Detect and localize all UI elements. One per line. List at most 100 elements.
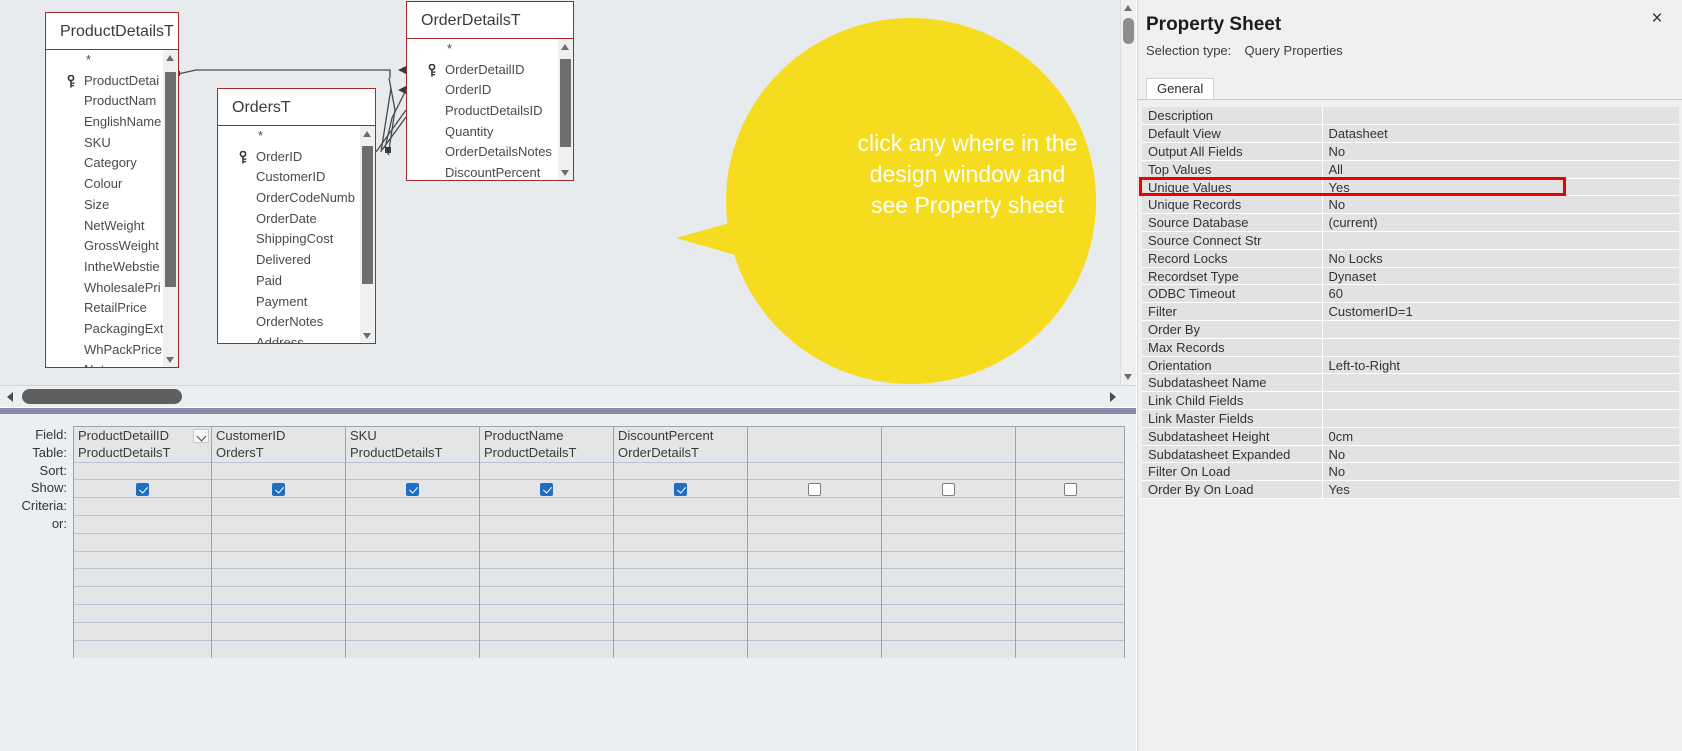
grid-blank-cell[interactable] — [1015, 532, 1125, 552]
grid-blank-cell[interactable] — [211, 603, 346, 623]
table-box[interactable]: OrderDetailsT * OrderDetailID OrderID Produc… — [406, 1, 574, 181]
property-value[interactable]: Left-to-Right — [1322, 356, 1679, 375]
property-row[interactable]: Output All Fields No — [1142, 142, 1679, 161]
grid-show-cell[interactable] — [747, 479, 882, 498]
scroll-down-arrow-icon[interactable] — [163, 352, 178, 367]
grid-blank-cell[interactable] — [881, 568, 1016, 587]
grid-row-blank[interactable] — [73, 621, 1125, 641]
grid-blank-cell[interactable] — [747, 550, 882, 569]
field-item[interactable]: Address — [218, 333, 375, 343]
grid-or-cell[interactable] — [73, 514, 212, 534]
property-value[interactable]: No Locks — [1322, 249, 1679, 268]
scrollbar-thumb[interactable] — [362, 146, 373, 284]
design-horizontal-scrollbar[interactable] — [0, 385, 1136, 407]
grid-blank-cell[interactable] — [881, 550, 1016, 569]
property-value[interactable]: (current) — [1322, 213, 1679, 233]
grid-sort-cell[interactable] — [613, 461, 748, 480]
pane-splitter[interactable] — [0, 407, 1136, 414]
grid-blank-cell[interactable] — [211, 586, 346, 605]
field-item[interactable]: OrderNotes — [218, 312, 375, 333]
grid-blank-cell[interactable] — [613, 621, 748, 641]
grid-blank-cell[interactable] — [345, 639, 480, 658]
show-checkbox[interactable] — [1063, 483, 1077, 497]
field-all-asterisk[interactable]: * — [407, 39, 573, 60]
show-checkbox[interactable] — [540, 483, 553, 497]
grid-show-cell[interactable] — [1015, 479, 1125, 498]
grid-row-blank[interactable] — [73, 639, 1125, 658]
field-item[interactable]: Category — [46, 153, 178, 174]
field-item[interactable]: OrderID — [218, 147, 375, 168]
grid-blank-cell[interactable] — [1015, 550, 1125, 569]
scroll-up-arrow-icon[interactable] — [163, 50, 178, 65]
grid-blank-cell[interactable] — [479, 568, 614, 587]
grid-blank-cell[interactable] — [345, 550, 480, 569]
grid-row-blank[interactable] — [73, 586, 1125, 605]
grid-blank-cell[interactable] — [613, 586, 748, 605]
grid-or-cell[interactable] — [211, 514, 346, 534]
show-checkbox[interactable] — [272, 483, 285, 497]
scroll-down-arrow-icon[interactable] — [558, 165, 573, 180]
grid-blank-cell[interactable] — [73, 621, 212, 641]
grid-sort-cell[interactable] — [73, 461, 212, 480]
grid-blank-cell[interactable] — [479, 586, 614, 605]
scrollbar-thumb-horizontal[interactable] — [22, 389, 182, 404]
grid-row-show[interactable] — [73, 479, 1125, 498]
chevron-down-icon[interactable] — [193, 429, 209, 443]
field-all-asterisk[interactable]: * — [218, 126, 375, 147]
grid-criteria-cell[interactable] — [747, 497, 882, 516]
grid-or-cell[interactable] — [345, 514, 480, 534]
query-grid-table[interactable]: ProductDetailID CustomerID SKU ProductName D… — [73, 426, 1125, 658]
property-value[interactable] — [1322, 107, 1679, 126]
field-item[interactable]: PackagingExt — [46, 319, 178, 340]
field-item[interactable]: EnglishName — [46, 112, 178, 133]
field-item[interactable]: OrderDetailID — [407, 60, 573, 81]
field-item[interactable]: OrderDate — [218, 209, 375, 230]
grid-table-cell[interactable]: OrdersT — [211, 444, 346, 463]
grid-show-cell[interactable] — [613, 479, 748, 498]
grid-blank-cell[interactable] — [613, 550, 748, 569]
grid-blank-cell[interactable] — [1015, 568, 1125, 587]
table-field-list[interactable]: * ProductDetai ProductNam EnglishName SKU Cat… — [46, 50, 178, 367]
property-row[interactable]: Filter CustomerID=1 — [1142, 302, 1679, 322]
property-value[interactable]: No — [1322, 445, 1679, 464]
field-item[interactable]: Delivered — [218, 250, 375, 271]
grid-blank-cell[interactable] — [881, 603, 1016, 623]
property-value[interactable] — [1322, 231, 1679, 250]
property-row[interactable]: Unique Records No — [1142, 195, 1679, 215]
grid-show-cell[interactable] — [881, 479, 1016, 498]
property-value[interactable]: 60 — [1322, 284, 1679, 304]
property-row[interactable]: Subdatasheet Expanded No — [1142, 445, 1679, 464]
scrollbar-thumb[interactable] — [560, 59, 571, 147]
grid-show-cell[interactable] — [479, 479, 614, 498]
grid-table-cell[interactable]: ProductDetailsT — [73, 444, 212, 463]
field-item[interactable]: Paid — [218, 271, 375, 292]
grid-blank-cell[interactable] — [211, 532, 346, 552]
property-sheet-tabs[interactable]: General — [1146, 78, 1215, 99]
scroll-up-arrow-icon[interactable] — [1121, 0, 1136, 16]
tab-general[interactable]: General — [1146, 78, 1215, 99]
scroll-down-arrow-icon[interactable] — [360, 328, 375, 343]
grid-blank-cell[interactable] — [211, 550, 346, 569]
property-row[interactable]: Description — [1142, 107, 1679, 126]
grid-criteria-cell[interactable] — [345, 497, 480, 516]
grid-field-cell[interactable]: ProductName — [479, 426, 614, 445]
grid-blank-cell[interactable] — [479, 532, 614, 552]
scroll-left-arrow-icon[interactable] — [2, 386, 19, 407]
grid-table-cell[interactable]: ProductDetailsT — [345, 444, 480, 463]
grid-row-crit[interactable] — [73, 497, 1125, 516]
grid-field-cell[interactable] — [1015, 426, 1125, 445]
grid-blank-cell[interactable] — [613, 532, 748, 552]
grid-sort-cell[interactable] — [747, 461, 882, 480]
property-value[interactable]: Dynaset — [1322, 267, 1679, 286]
grid-or-cell[interactable] — [613, 514, 748, 534]
property-value[interactable] — [1322, 391, 1679, 411]
design-vertical-scrollbar[interactable] — [1120, 0, 1136, 385]
grid-sort-cell[interactable] — [881, 461, 1016, 480]
grid-blank-cell[interactable] — [73, 639, 212, 658]
property-row[interactable]: Top Values All — [1142, 160, 1679, 179]
grid-field-cell[interactable]: DiscountPercent — [613, 426, 748, 445]
grid-field-cell[interactable]: SKU — [345, 426, 480, 445]
grid-table-cell[interactable]: ProductDetailsT — [479, 444, 614, 463]
grid-field-cell[interactable]: ProductDetailID — [73, 426, 212, 445]
grid-criteria-cell[interactable] — [881, 497, 1016, 516]
